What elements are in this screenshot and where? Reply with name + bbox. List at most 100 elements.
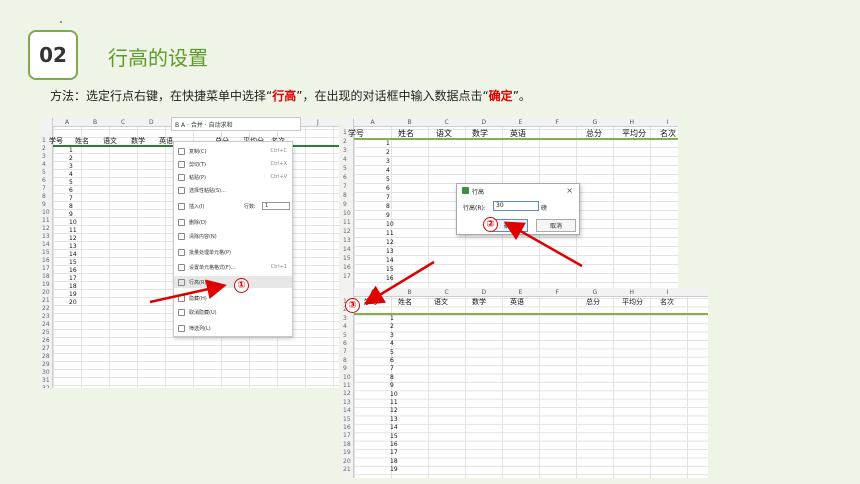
context-toolbar-text: B A · 合并 · 自动求和 [175, 121, 233, 129]
menu-item-shortcut: Ctrl+X [270, 161, 287, 167]
menu-item[interactable]: 插入(I) 行数: 1 [174, 200, 292, 212]
row-number: 3 [343, 314, 347, 322]
unit-label[interactable]: 磅 [541, 203, 547, 212]
student-id-cell[interactable]: 5 [386, 176, 390, 183]
student-id-cell[interactable]: 9 [390, 382, 394, 389]
row-number: 23 [42, 313, 50, 320]
context-toolbar[interactable]: B A · 合并 · 自动求和 [171, 117, 301, 131]
student-id-cell[interactable]: 19 [390, 466, 398, 473]
menu-item-shortcut: Ctrl+V [270, 174, 287, 180]
student-id-cell[interactable]: 4 [390, 340, 394, 347]
student-id-cell[interactable]: 12 [69, 235, 77, 242]
column-letter-D: D [481, 119, 487, 126]
student-id-cell[interactable]: 12 [386, 239, 394, 246]
menu-item[interactable]: 清除内容(N) [174, 230, 292, 242]
menu-item[interactable]: 选择性粘贴(S)... [174, 184, 292, 196]
student-id-cell[interactable]: 4 [386, 167, 390, 174]
student-id-cell[interactable]: 2 [390, 323, 394, 330]
student-id-cell[interactable]: 6 [390, 357, 394, 364]
student-id-cell[interactable]: 17 [69, 275, 77, 282]
student-id-cell[interactable]: 10 [69, 219, 77, 226]
menu-item-label: 删除(D) [189, 219, 207, 226]
student-id-cell[interactable]: 9 [69, 211, 73, 218]
header-cell[interactable]: 姓名 [398, 297, 412, 307]
insert-rows-stepper[interactable]: 1 [262, 202, 290, 210]
student-id-cell[interactable]: 20 [69, 299, 77, 306]
student-id-cell[interactable]: 3 [386, 158, 390, 165]
student-id-cell[interactable]: 14 [390, 424, 398, 431]
student-id-cell[interactable]: 7 [390, 365, 394, 372]
menu-item[interactable]: 取消隐藏(U) [174, 306, 292, 318]
student-id-cell[interactable]: 1 [69, 147, 73, 154]
student-id-cell[interactable]: 9 [386, 212, 390, 219]
student-id-cell[interactable]: 18 [390, 458, 398, 465]
column-letter-C: C [444, 119, 449, 126]
student-id-cell[interactable]: 15 [69, 259, 77, 266]
menu-item[interactable]: 剪切(T) Ctrl+X [174, 158, 292, 170]
close-icon[interactable]: × [566, 186, 573, 195]
menu-item[interactable]: 粘贴(P) Ctrl+V [174, 171, 292, 183]
student-id-cell[interactable]: 15 [390, 433, 398, 440]
student-id-cell[interactable]: 5 [69, 179, 73, 186]
screenshot-result: ABCDEFGHI1234567891011121314151617181920… [342, 288, 708, 478]
menu-item[interactable]: 删除(D) [174, 216, 292, 228]
row-number: 7 [343, 348, 347, 356]
student-id-cell[interactable]: 12 [390, 407, 398, 414]
student-id-cell[interactable]: 2 [69, 155, 73, 162]
student-id-cell[interactable]: 6 [69, 187, 73, 194]
student-id-cell[interactable]: 1 [386, 140, 390, 147]
student-id-cell[interactable]: 7 [386, 194, 390, 201]
student-id-cell[interactable]: 3 [390, 332, 394, 339]
student-id-cell[interactable]: 15 [386, 266, 394, 273]
student-id-cell[interactable]: 10 [390, 391, 398, 398]
student-id-cell[interactable]: 13 [69, 243, 77, 250]
header-cell[interactable]: 学号 [364, 297, 378, 307]
student-id-cell[interactable]: 2 [386, 149, 390, 156]
student-id-cell[interactable]: 14 [386, 257, 394, 264]
student-id-cell[interactable]: 5 [390, 349, 394, 356]
student-id-cell[interactable]: 17 [390, 449, 398, 456]
student-id-cell[interactable]: 3 [69, 163, 73, 170]
menu-item[interactable]: 复制(C) Ctrl+C [174, 145, 292, 157]
row-number: 21 [343, 466, 351, 473]
student-id-cell[interactable]: 16 [390, 441, 398, 448]
student-id-cell[interactable]: 14 [69, 251, 77, 258]
menu-item[interactable]: 批量处理单元格(P) [174, 246, 292, 258]
student-id-cell[interactable]: 8 [390, 374, 394, 381]
student-id-cell[interactable]: 1 [390, 315, 394, 322]
header-cell[interactable]: 总分 [586, 297, 600, 307]
row-number: 3 [343, 147, 347, 154]
student-id-cell[interactable]: 13 [386, 248, 394, 255]
header-cell[interactable]: 平均分 [622, 297, 643, 307]
row-number: 1 [42, 137, 46, 144]
header-cell[interactable]: 语文 [434, 297, 448, 307]
student-id-cell[interactable]: 11 [386, 230, 394, 237]
student-id-cell[interactable]: 16 [69, 267, 77, 274]
student-id-cell[interactable]: 10 [386, 221, 394, 228]
student-id-cell[interactable]: 11 [390, 399, 398, 406]
student-id-cell[interactable]: 11 [69, 227, 77, 234]
menu-item[interactable]: 行高(R)... [174, 276, 292, 288]
student-id-cell[interactable]: 7 [69, 195, 73, 202]
student-id-cell[interactable]: 4 [69, 171, 73, 178]
row-height-input[interactable]: 30 [493, 201, 539, 211]
menu-item[interactable]: 隐藏(H) [174, 292, 292, 304]
cancel-button[interactable]: 取消 [536, 219, 576, 232]
student-id-cell[interactable]: 8 [69, 203, 73, 210]
menu-item-icon [178, 263, 185, 271]
student-id-cell[interactable]: 18 [69, 283, 77, 290]
header-cell[interactable]: 英语 [510, 297, 524, 307]
header-cell[interactable]: 名次 [660, 297, 674, 307]
row-number: 8 [343, 192, 347, 199]
student-id-cell[interactable]: 13 [390, 416, 398, 423]
student-id-cell[interactable]: 16 [386, 275, 394, 282]
header-cell[interactable]: 数学 [472, 297, 486, 307]
menu-item[interactable]: 设置单元格格式(F)... Ctrl+1 [174, 261, 292, 273]
student-id-cell[interactable]: 8 [386, 203, 390, 210]
student-id-cell[interactable]: 6 [386, 185, 390, 192]
row-number: 2 [42, 145, 46, 152]
menu-item[interactable]: 筛选列(L) [174, 322, 292, 334]
section-number: 02 [39, 43, 67, 67]
student-id-cell[interactable]: 19 [69, 291, 77, 298]
row-number: 22 [42, 305, 50, 312]
